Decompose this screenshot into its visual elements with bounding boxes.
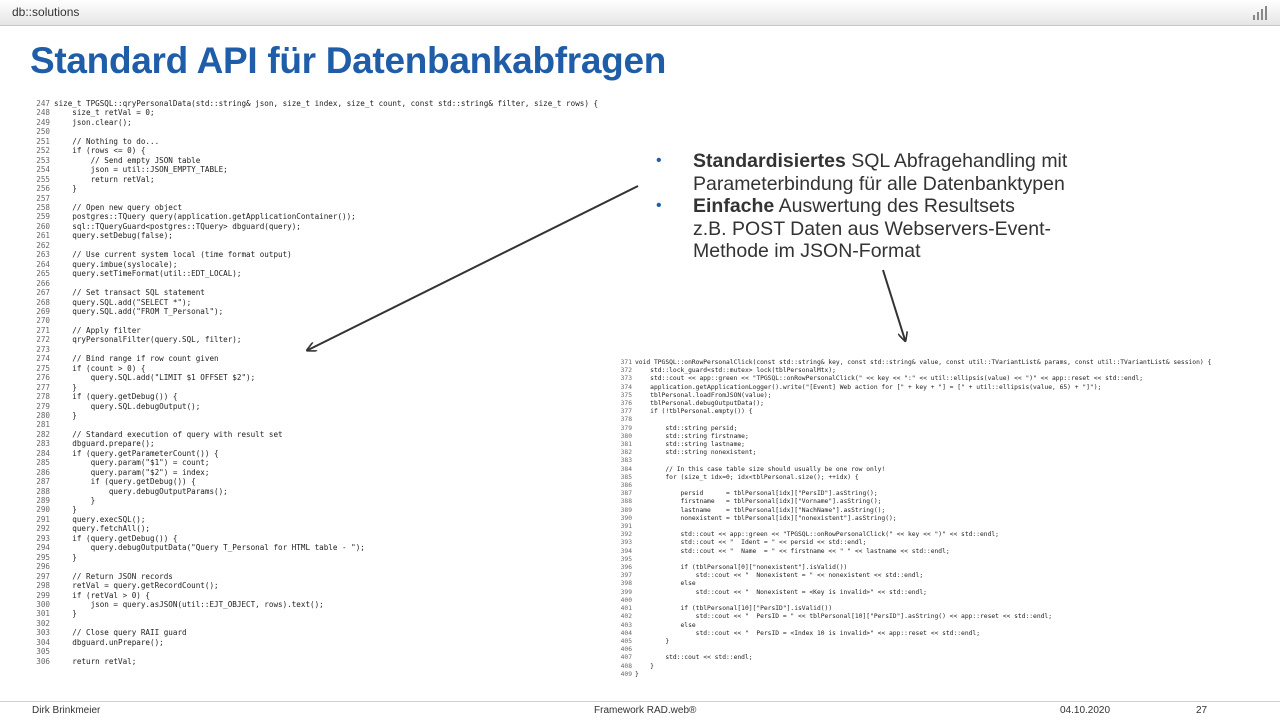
arrow-to-left-code: [308, 185, 639, 350]
arrow-to-right-code: [882, 269, 905, 340]
footer-page-number: 27: [1196, 705, 1208, 716]
arrows-overlay: [0, 185, 1280, 720]
footer-divider: [0, 701, 1280, 702]
footer-author: Dirk Brinkmeier: [32, 705, 101, 716]
footer-date: 04.10.2020: [1060, 705, 1111, 716]
footer-product: Framework RAD.web®: [594, 705, 697, 716]
